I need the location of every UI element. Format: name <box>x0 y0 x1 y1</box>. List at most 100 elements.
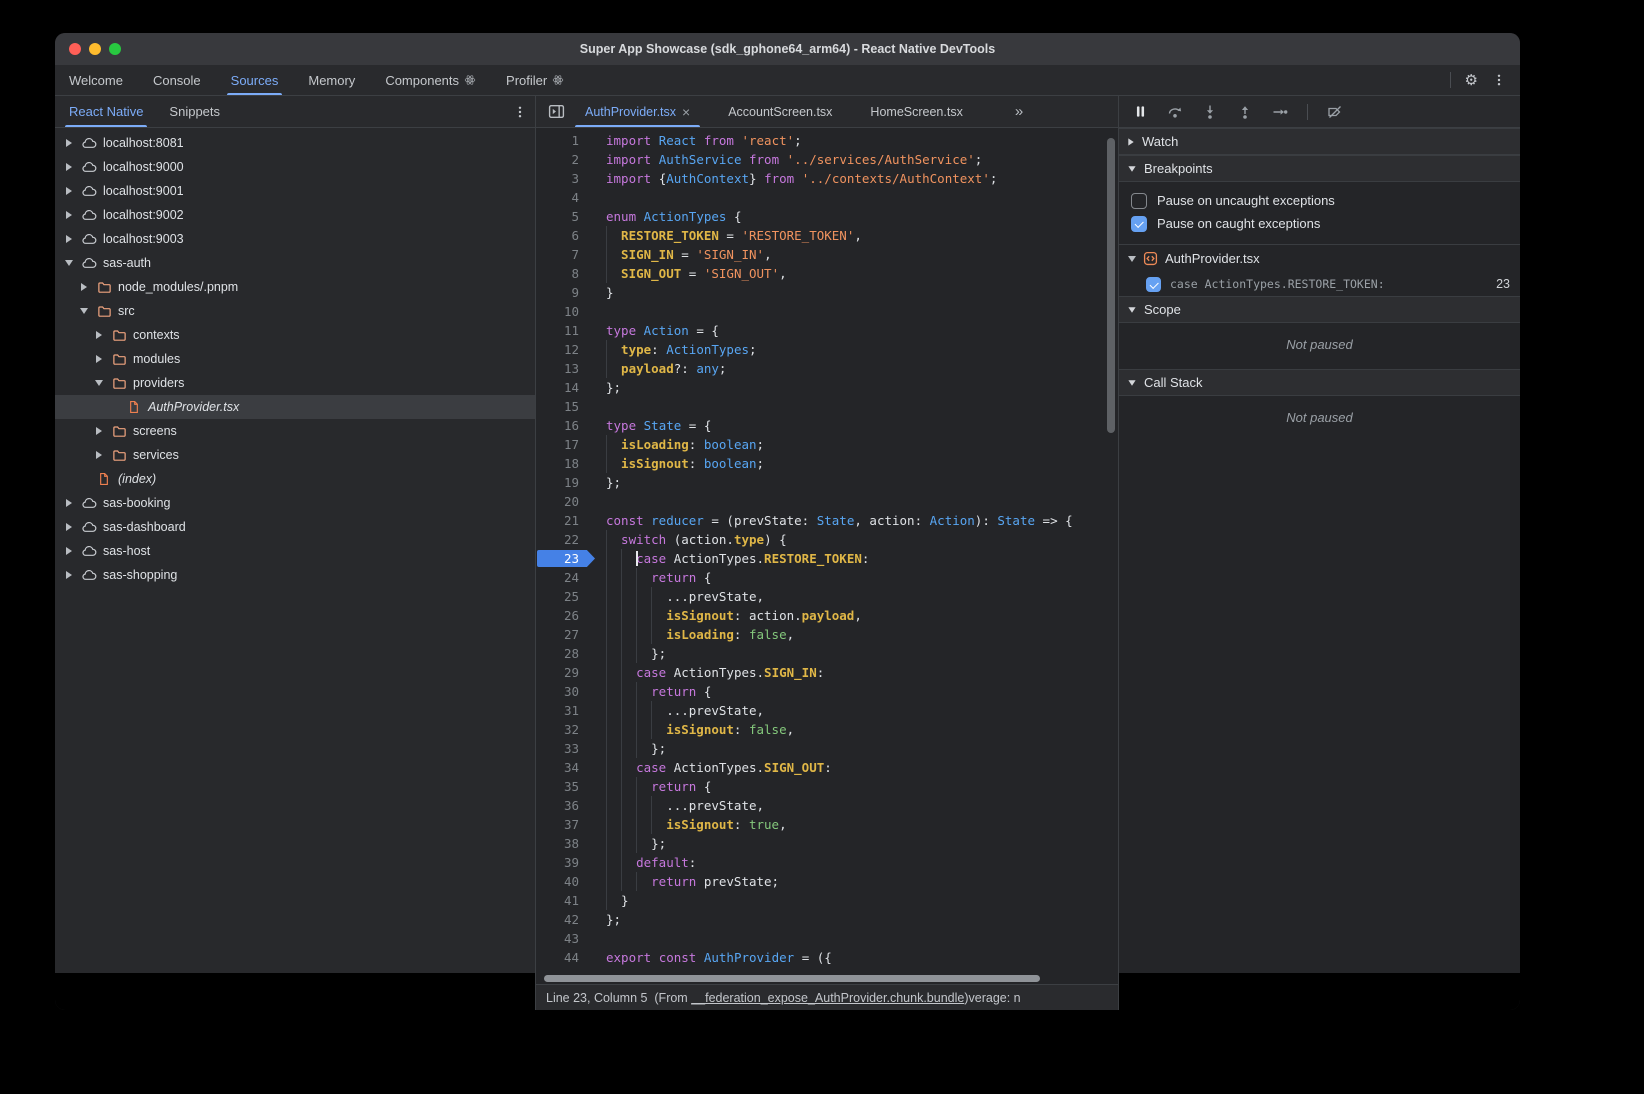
gutter[interactable]: 41 <box>536 891 591 910</box>
chevron-right-icon[interactable] <box>63 139 75 147</box>
checkbox-checked[interactable] <box>1146 277 1161 292</box>
gutter[interactable]: 20 <box>536 492 591 511</box>
code-line[interactable]: 23case ActionTypes.RESTORE_TOKEN: <box>536 549 1118 568</box>
tab-overflow-button[interactable]: » <box>1015 96 1022 127</box>
code-line[interactable]: 24return { <box>536 568 1118 587</box>
line-number[interactable]: 31 <box>536 701 591 720</box>
source-bundle-link[interactable]: __federation_expose_AuthProvider.chunk.b… <box>691 991 964 1005</box>
code-line[interactable]: 4 <box>536 188 1118 207</box>
gutter[interactable]: 44 <box>536 948 591 967</box>
gutter[interactable]: 17 <box>536 435 591 454</box>
tree-item-modules[interactable]: modules <box>55 347 535 371</box>
gutter[interactable]: 21 <box>536 511 591 530</box>
checkbox-checked[interactable] <box>1131 216 1147 232</box>
gutter[interactable]: 37 <box>536 815 591 834</box>
line-number[interactable]: 38 <box>536 834 591 853</box>
code-line[interactable]: 5enum ActionTypes { <box>536 207 1118 226</box>
chevron-right-icon[interactable] <box>63 187 75 195</box>
code-line[interactable]: 1import React from 'react'; <box>536 131 1118 150</box>
line-number[interactable]: 43 <box>536 929 591 948</box>
gutter[interactable]: 32 <box>536 720 591 739</box>
code-line[interactable]: 22switch (action.type) { <box>536 530 1118 549</box>
code-line[interactable]: 19}; <box>536 473 1118 492</box>
gutter[interactable]: 31 <box>536 701 591 720</box>
gutter[interactable]: 11 <box>536 321 591 340</box>
tree-item-sas-shopping[interactable]: sas-shopping <box>55 563 535 587</box>
code-line[interactable]: 32isSignout: false, <box>536 720 1118 739</box>
chevron-down-icon[interactable] <box>93 380 105 386</box>
code-line[interactable]: 42}; <box>536 910 1118 929</box>
line-number[interactable]: 24 <box>536 568 591 587</box>
gutter[interactable]: 6 <box>536 226 591 245</box>
gutter[interactable]: 43 <box>536 929 591 948</box>
code-line[interactable]: 3import {AuthContext} from '../contexts/… <box>536 169 1118 188</box>
gutter[interactable]: 3 <box>536 169 591 188</box>
gutter[interactable]: 34 <box>536 758 591 777</box>
pause-on-uncaught-row[interactable]: Pause on uncaught exceptions <box>1119 189 1520 212</box>
tree-item-screens[interactable]: screens <box>55 419 535 443</box>
code-line[interactable]: 38}; <box>536 834 1118 853</box>
gutter[interactable]: 29 <box>536 663 591 682</box>
chevron-down-icon[interactable] <box>78 308 90 314</box>
code-line[interactable]: 35return { <box>536 777 1118 796</box>
line-number[interactable]: 14 <box>536 378 591 397</box>
gutter[interactable]: 33 <box>536 739 591 758</box>
gutter[interactable]: 30 <box>536 682 591 701</box>
tree-item-src[interactable]: src <box>55 299 535 323</box>
gutter[interactable]: 10 <box>536 302 591 321</box>
navigator-toggle-button[interactable] <box>536 96 573 127</box>
line-number[interactable]: 34 <box>536 758 591 777</box>
chevron-right-icon[interactable] <box>78 283 90 291</box>
chevron-right-icon[interactable] <box>93 331 105 339</box>
line-number[interactable]: 16 <box>536 416 591 435</box>
line-number[interactable]: 18 <box>536 454 591 473</box>
gutter[interactable]: 24 <box>536 568 591 587</box>
sidebar-tab-react-native[interactable]: React Native <box>67 96 145 127</box>
line-number[interactable]: 40 <box>536 872 591 891</box>
step-out-button[interactable] <box>1237 104 1253 120</box>
gutter[interactable]: 25 <box>536 587 591 606</box>
gutter[interactable]: 22 <box>536 530 591 549</box>
scrollbar-thumb[interactable] <box>544 975 1040 982</box>
line-number[interactable]: 12 <box>536 340 591 359</box>
line-number[interactable]: 28 <box>536 644 591 663</box>
gutter[interactable]: 15 <box>536 397 591 416</box>
code-line[interactable]: 26isSignout: action.payload, <box>536 606 1118 625</box>
code-line[interactable]: 36...prevState, <box>536 796 1118 815</box>
pause-button[interactable] <box>1133 104 1148 119</box>
editor-tab-authprovider-tsx[interactable]: AuthProvider.tsx× <box>573 96 702 127</box>
line-number[interactable]: 11 <box>536 321 591 340</box>
breakpoint-entry[interactable]: case ActionTypes.RESTORE_TOKEN: 23 <box>1119 272 1520 296</box>
chevron-down-icon[interactable] <box>63 260 75 266</box>
code-line[interactable]: 6RESTORE_TOKEN = 'RESTORE_TOKEN', <box>536 226 1118 245</box>
line-number[interactable]: 17 <box>536 435 591 454</box>
gutter[interactable]: 1 <box>536 131 591 150</box>
code-line[interactable]: 28}; <box>536 644 1118 663</box>
vertical-scrollbar[interactable] <box>1107 138 1115 433</box>
gutter[interactable]: 14 <box>536 378 591 397</box>
tree-item-localhost-9003[interactable]: localhost:9003 <box>55 227 535 251</box>
gutter[interactable]: 28 <box>536 644 591 663</box>
line-number[interactable]: 42 <box>536 910 591 929</box>
breakpoint-file-row[interactable]: AuthProvider.tsx <box>1119 245 1520 272</box>
tree-item-sas-booking[interactable]: sas-booking <box>55 491 535 515</box>
tree-item-localhost-9000[interactable]: localhost:9000 <box>55 155 535 179</box>
tree-item-node-modules-pnpm[interactable]: node_modules/.pnpm <box>55 275 535 299</box>
tree-item-contexts[interactable]: contexts <box>55 323 535 347</box>
line-number[interactable]: 8 <box>536 264 591 283</box>
code-line[interactable]: 11type Action = { <box>536 321 1118 340</box>
settings-button[interactable]: ⚙ <box>1465 71 1478 89</box>
code-line[interactable]: 21const reducer = (prevState: State, act… <box>536 511 1118 530</box>
tree-item-providers[interactable]: providers <box>55 371 535 395</box>
navigator-menu-button[interactable] <box>513 105 527 119</box>
code-line[interactable]: 14}; <box>536 378 1118 397</box>
section-watch[interactable]: Watch <box>1119 128 1520 155</box>
gutter[interactable]: 40 <box>536 872 591 891</box>
tab-profiler[interactable]: Profiler <box>504 65 566 95</box>
gutter[interactable]: 35 <box>536 777 591 796</box>
code-line[interactable]: 40return prevState; <box>536 872 1118 891</box>
gutter[interactable]: 2 <box>536 150 591 169</box>
tree-item-sas-auth[interactable]: sas-auth <box>55 251 535 275</box>
gutter[interactable]: 13 <box>536 359 591 378</box>
section-breakpoints[interactable]: Breakpoints <box>1119 155 1520 182</box>
